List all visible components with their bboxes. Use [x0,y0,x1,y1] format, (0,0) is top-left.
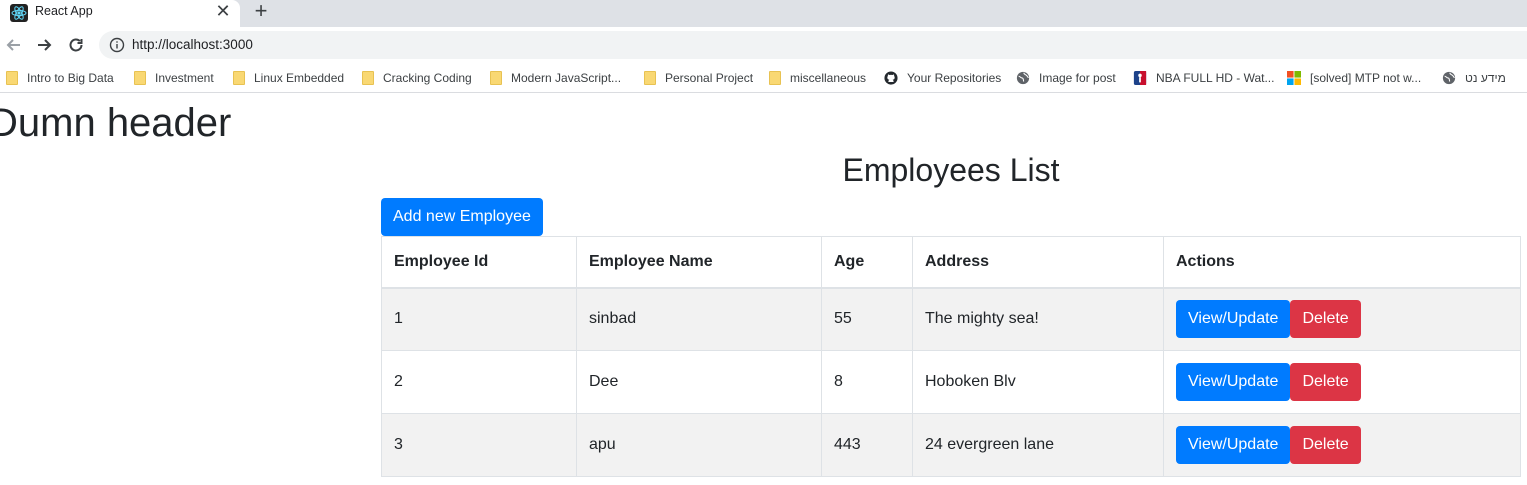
bookmark-label: Modern JavaScript... [511,71,622,85]
bookmark-miscellaneous[interactable]: miscellaneous [769,69,866,87]
cell-actions: View/Update Delete [1163,413,1521,477]
tab-strip: React App ✕ + [0,0,1527,27]
cell-employee-name: sinbad [576,287,822,351]
delete-button[interactable]: Delete [1290,300,1361,339]
cell-employee-name: Dee [576,350,822,414]
bookmark-label: Image for post [1039,71,1116,85]
bookmark-personal-project[interactable]: Personal Project [644,69,753,87]
browser-toolbar: http://localhost:3000 [0,27,1527,63]
bookmark-cracking-coding[interactable]: Cracking Coding [362,69,472,87]
bookmarks-bar: Intro to Big Data Investment Linux Embed… [0,63,1527,93]
table-row: 1 sinbad 55 The mighty sea! View/Update D… [381,287,1521,351]
page-header: Dumn header [0,101,232,145]
view-update-button[interactable]: View/Update [1176,300,1291,339]
cell-age: 8 [821,350,913,414]
add-employee-button[interactable]: Add new Employee [381,198,543,236]
browser-tab[interactable]: React App ✕ [0,0,240,27]
employees-table: Employee Id Employee Name Age Address Ac… [381,236,1521,477]
bookmark-label: NBA FULL HD - Wat... [1156,71,1275,85]
microsoft-icon [1287,71,1301,85]
folder-icon [490,71,502,85]
close-tab-icon[interactable]: ✕ [214,2,232,20]
column-header-actions: Actions [1163,236,1521,289]
folder-icon [769,71,781,85]
bookmark-label: מידע נט [1465,71,1506,85]
bookmark-intro-to-big-data[interactable]: Intro to Big Data [6,69,114,87]
delete-button[interactable]: Delete [1290,426,1361,464]
folder-icon [644,71,656,85]
globe-icon [1016,71,1030,85]
bookmark-hebrew-site[interactable]: מידע נט [1442,69,1506,87]
bookmark-label: Cracking Coding [383,71,472,85]
delete-button[interactable]: Delete [1290,363,1361,401]
reload-icon[interactable] [65,34,87,56]
bookmark-label: [solved] MTP not w... [1310,71,1422,85]
cell-employee-id: 1 [381,287,577,351]
view-update-button[interactable]: View/Update [1176,363,1291,401]
bookmark-label: Personal Project [665,71,754,85]
view-update-button[interactable]: View/Update [1176,426,1291,464]
table-header-row: Employee Id Employee Name Age Address Ac… [381,236,1521,289]
table-row: 3 apu 443 24 evergreen lane View/Update D… [381,413,1521,477]
bookmark-label: Intro to Big Data [27,71,114,85]
column-header-employee-id: Employee Id [381,236,577,289]
cell-employee-name: apu [576,413,822,477]
column-header-address: Address [912,236,1164,289]
cell-age: 55 [821,287,913,351]
bookmark-solved-mtp[interactable]: [solved] MTP not w... [1287,69,1421,87]
table-row: 2 Dee 8 Hoboken Blv View/Update Delete [381,350,1521,414]
address-bar[interactable]: http://localhost:3000 [99,31,1527,59]
folder-icon [362,71,374,85]
page-title: Employees List [842,152,1060,188]
forward-arrow-icon[interactable] [33,34,55,56]
bookmark-image-for-post[interactable]: Image for post [1016,69,1116,87]
cell-address: The mighty sea! [912,287,1164,351]
cell-actions: View/Update Delete [1163,350,1521,414]
folder-icon [6,71,18,85]
folder-icon [134,71,146,85]
column-header-age: Age [821,236,913,289]
bookmark-modern-javascript[interactable]: Modern JavaScript... [490,69,621,87]
bookmark-label: miscellaneous [790,71,867,85]
bookmark-investment[interactable]: Investment [134,69,214,87]
react-icon [10,4,28,22]
bookmark-your-repositories[interactable]: Your Repositories [884,69,1001,87]
github-icon [884,71,898,85]
url-text[interactable]: http://localhost:3000 [132,37,253,52]
new-tab-button[interactable]: + [250,0,272,23]
cell-age: 443 [821,413,913,477]
cell-address: Hoboken Blv [912,350,1164,414]
back-arrow-icon[interactable] [3,34,25,56]
bookmark-linux-embedded[interactable]: Linux Embedded [233,69,344,87]
bookmark-label: Linux Embedded [254,71,345,85]
folder-icon [233,71,245,85]
nba-icon [1133,71,1147,85]
bookmark-label: Investment [155,71,214,85]
bookmark-label: Your Repositories [907,71,1002,85]
column-header-employee-name: Employee Name [576,236,822,289]
tab-title: React App [35,4,93,18]
globe-icon [1442,71,1456,85]
info-icon[interactable] [109,37,125,53]
cell-actions: View/Update Delete [1163,287,1521,351]
cell-employee-id: 3 [381,413,577,477]
cell-employee-id: 2 [381,350,577,414]
bookmark-nba-full-hd[interactable]: NBA FULL HD - Wat... [1133,69,1274,87]
cell-address: 24 evergreen lane [912,413,1164,477]
